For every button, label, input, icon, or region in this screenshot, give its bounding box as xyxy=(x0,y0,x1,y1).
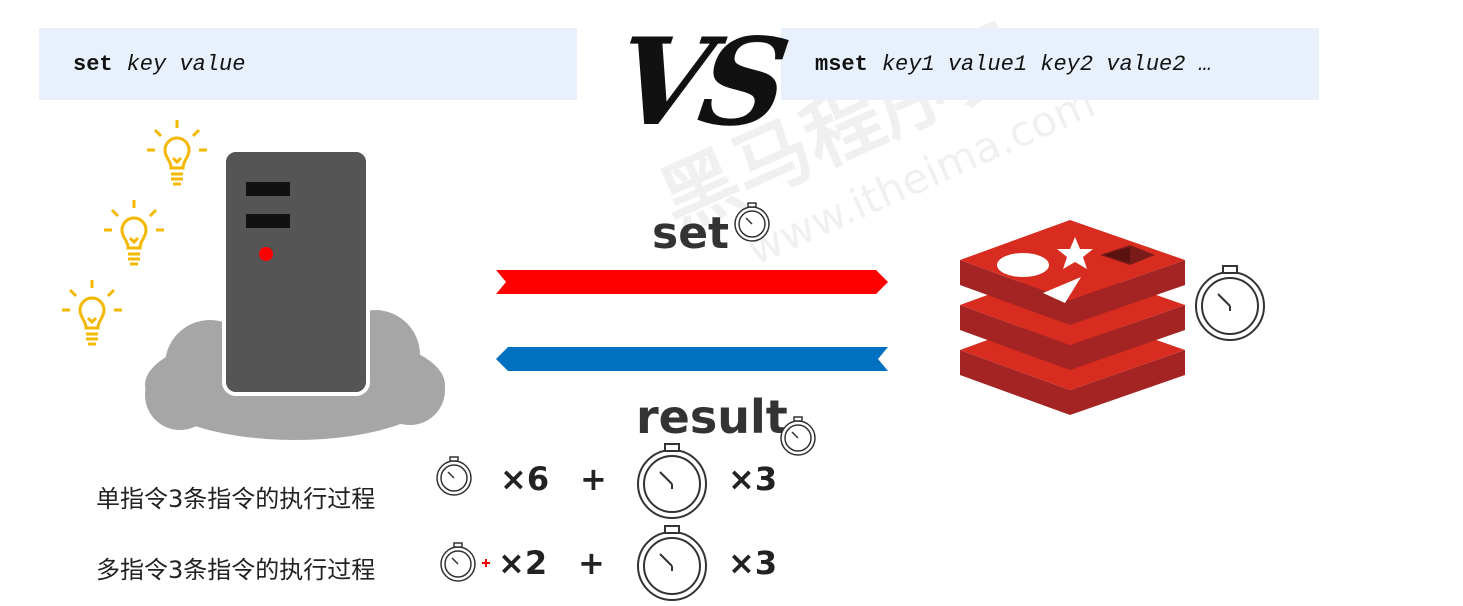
stopwatch-icon xyxy=(1195,265,1265,341)
single-command-keyword: set xyxy=(73,51,113,77)
request-arrow xyxy=(496,270,888,294)
multi-command-box: mset key1 value1 key2 value2 … xyxy=(781,28,1319,100)
vs-label: VS xyxy=(608,12,788,153)
stopwatch-icon xyxy=(734,202,770,242)
stopwatch-icon xyxy=(637,443,707,519)
row-multi-label: 多指令3条指令的执行过程 xyxy=(96,556,376,584)
lightbulb-icon xyxy=(147,120,207,186)
server-icon xyxy=(222,148,370,396)
response-arrow xyxy=(496,347,888,371)
single-command-args: key value xyxy=(126,51,246,77)
row-multi-large-factor: ×3 xyxy=(728,544,778,582)
lightbulb-icon xyxy=(62,280,122,346)
redis-logo-icon xyxy=(960,220,1185,415)
stopwatch-icon xyxy=(780,416,816,456)
row-single-label: 单指令3条指令的执行过程 xyxy=(96,485,376,513)
row-multi-small-factor: ×2 xyxy=(498,544,548,582)
small-plus-icon xyxy=(482,559,490,567)
lightbulb-icon xyxy=(104,200,164,266)
row-multi-plus: + xyxy=(578,544,605,582)
multi-command-keyword: mset xyxy=(815,51,868,77)
stopwatch-icon xyxy=(436,456,472,496)
row-single-large-factor: ×3 xyxy=(728,460,778,498)
row-single-plus: + xyxy=(580,460,607,498)
single-command-box: set key value xyxy=(39,28,577,100)
multi-command-args: key1 value1 key2 value2 … xyxy=(881,51,1212,77)
stopwatch-icon xyxy=(440,542,476,582)
row-single-small-factor: ×6 xyxy=(500,460,550,498)
response-label: result xyxy=(636,390,788,444)
stopwatch-icon xyxy=(637,525,707,601)
request-label: set xyxy=(652,208,730,259)
